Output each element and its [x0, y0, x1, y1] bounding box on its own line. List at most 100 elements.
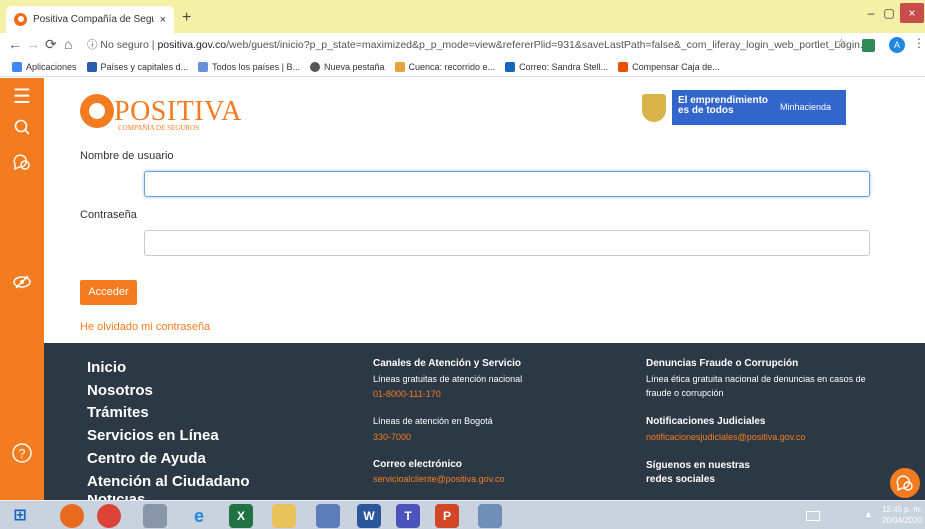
colombia-shield-icon: [642, 94, 666, 122]
clock-time: 12:45 p. m.: [881, 505, 922, 514]
file-explorer-icon[interactable]: [272, 504, 296, 528]
password-input[interactable]: [144, 230, 870, 256]
address-bar[interactable]: ⓘ No seguro | positiva.gov.co/web/guest/…: [87, 37, 869, 52]
site-icon: [394, 61, 405, 72]
login-button[interactable]: Acceder: [80, 280, 137, 305]
judicial-email-link[interactable]: notificacionesjudiciales@positiva.gov.co: [646, 432, 806, 442]
chrome-icon[interactable]: [97, 504, 121, 528]
browser-toolbar: ← → ⟳ ⌂ ⓘ No seguro | positiva.gov.co/we…: [0, 33, 925, 57]
service-email-link[interactable]: servicioalcliente@positiva.gov.co: [373, 474, 505, 484]
search-icon[interactable]: [0, 118, 44, 141]
ministry-label: Minhacienda: [780, 102, 832, 112]
powerpoint-icon[interactable]: P: [435, 504, 459, 528]
national-lines-text: Líneas gratuitas de atención nacional: [373, 374, 523, 384]
site-icon: [618, 61, 629, 72]
tab-close-icon[interactable]: ×: [160, 14, 166, 26]
remote-app-icon[interactable]: [478, 504, 502, 528]
bookmark-paises-capitales[interactable]: Países y capitales d...: [86, 61, 189, 72]
forgot-password-link[interactable]: He olvidado mi contraseña: [80, 321, 210, 333]
gov-slogan-line2: es de todos: [678, 105, 734, 116]
gov-banner-box: El emprendimiento es de todos Minhacienda: [672, 90, 846, 125]
url-path: /web/guest/inicio?p_p_state=maximized&p_…: [226, 39, 869, 51]
profile-avatar[interactable]: A: [889, 37, 905, 53]
bookmark-star-icon[interactable]: ☆: [836, 36, 847, 50]
footer-nav-inicio[interactable]: Inicio: [87, 359, 126, 376]
windows-start-icon[interactable]: ⊞: [8, 504, 32, 528]
keyboard-icon[interactable]: [806, 511, 820, 521]
bookmark-compensar[interactable]: Compensar Caja de...: [618, 61, 720, 72]
firefox-icon[interactable]: [60, 504, 84, 528]
logo-mark-icon: [80, 94, 114, 128]
government-banner: El emprendimiento es de todos Minhacienda: [638, 90, 846, 125]
windows-taskbar: ⊞ e X W T P ▲ 12:45 p. m. 20/04/2020: [0, 500, 925, 529]
hide-eye-icon[interactable]: [0, 274, 44, 295]
username-input[interactable]: [144, 171, 870, 197]
maximize-icon[interactable]: ▢: [880, 3, 898, 23]
bogota-phone[interactable]: 330-7000: [373, 432, 411, 442]
fraud-heading: Denuncias Fraude o Corrupción: [646, 358, 799, 369]
hamburger-menu-icon[interactable]: ☰: [0, 84, 44, 109]
bookmark-nueva-pestana[interactable]: Nueva pestaña: [309, 61, 385, 72]
bookmark-todos-paises[interactable]: Todos los países | B...: [198, 61, 300, 72]
site-icon: [198, 61, 209, 72]
gov-slogan: El emprendimiento es de todos: [678, 96, 768, 116]
browser-tab[interactable]: Positiva Compañía de Seguros - ×: [6, 6, 174, 33]
new-tab-button[interactable]: +: [182, 9, 191, 27]
internet-explorer-icon[interactable]: e: [187, 504, 211, 528]
footer-nav-nosotros[interactable]: Nosotros: [87, 382, 153, 399]
judicial-heading: Notificaciones Judiciales: [646, 416, 766, 427]
settings-app-icon[interactable]: [143, 504, 167, 528]
extension-icon[interactable]: [862, 39, 875, 52]
bookmark-apps[interactable]: Aplicaciones: [12, 61, 77, 72]
ethics-line-1: Línea ética gratuita nacional de denunci…: [646, 374, 866, 384]
tray-arrow-icon[interactable]: ▲: [864, 509, 873, 519]
social-heading-line2: redes sociales: [646, 474, 715, 485]
forward-icon[interactable]: →: [26, 36, 40, 52]
reload-icon[interactable]: ⟳: [45, 36, 57, 53]
positiva-logo[interactable]: POSITIVA COMPAÑÍA DE SEGUROS: [80, 92, 241, 132]
channels-heading: Canales de Atención y Servicio: [373, 358, 522, 369]
info-icon[interactable]: ⓘ: [87, 39, 98, 51]
bookmark-label: Todos los países | B...: [212, 61, 300, 72]
footer-nav-tramites[interactable]: Trámites: [87, 404, 149, 421]
bookmark-cuenca[interactable]: Cuenca: recorrido e...: [394, 61, 496, 72]
ethics-line-2: fraude o corrupción: [646, 388, 724, 398]
bookmark-label: Compensar Caja de...: [632, 61, 720, 72]
chat-bubbles-icon[interactable]: [0, 152, 44, 177]
footer-nav-centro-ayuda[interactable]: Centro de Ayuda: [87, 450, 206, 467]
excel-icon[interactable]: X: [229, 504, 253, 528]
site-icon: [86, 61, 97, 72]
clock-date: 20/04/2020: [881, 516, 922, 525]
bookmark-label: Países y capitales d...: [100, 61, 189, 72]
word-icon[interactable]: W: [357, 504, 381, 528]
teams-icon[interactable]: T: [396, 504, 420, 528]
national-phone[interactable]: 01-8000-111-170: [373, 389, 441, 399]
email-heading: Correo electrónico: [373, 459, 462, 470]
apps-grid-icon: [12, 61, 22, 72]
social-heading: Síguenos en nuestras redes sociales: [646, 459, 750, 487]
footer-nav-servicios[interactable]: Servicios en Línea: [87, 427, 219, 444]
bookmarks-bar: Aplicaciones Países y capitales d... Tod…: [0, 57, 925, 77]
bookmark-label: Cuenca: recorrido e...: [408, 61, 496, 72]
back-icon[interactable]: ←: [8, 36, 22, 52]
app-icon[interactable]: [316, 504, 340, 528]
bookmark-label: Nueva pestaña: [323, 61, 385, 72]
window-close-icon[interactable]: ×: [900, 3, 924, 23]
browser-tab-strip: Positiva Compañía de Seguros - × + – ▢ ×: [0, 0, 925, 33]
site-footer: Inicio Nosotros Trámites Servicios en Lí…: [44, 343, 925, 500]
help-icon[interactable]: ?: [0, 442, 44, 469]
minimize-icon[interactable]: –: [862, 3, 880, 23]
footer-nav-atencion[interactable]: Atención al Ciudadano: [87, 473, 250, 490]
menu-dots-icon[interactable]: ⋮: [913, 36, 925, 50]
home-icon[interactable]: ⌂: [64, 36, 72, 52]
login-page: POSITIVA COMPAÑÍA DE SEGUROS El emprendi…: [44, 78, 925, 343]
taskbar-clock[interactable]: 12:45 p. m. 20/04/2020: [878, 504, 922, 526]
chat-icon: [896, 475, 913, 492]
positiva-favicon-icon: [14, 13, 27, 26]
bookmark-correo[interactable]: Correo: Sandra Stell...: [505, 61, 608, 72]
outlook-icon: [505, 61, 516, 72]
chat-button[interactable]: [890, 468, 920, 498]
tab-title: Positiva Compañía de Seguros -: [33, 14, 154, 25]
bookmark-label: Aplicaciones: [26, 61, 77, 72]
password-label: Contraseña: [80, 209, 137, 221]
